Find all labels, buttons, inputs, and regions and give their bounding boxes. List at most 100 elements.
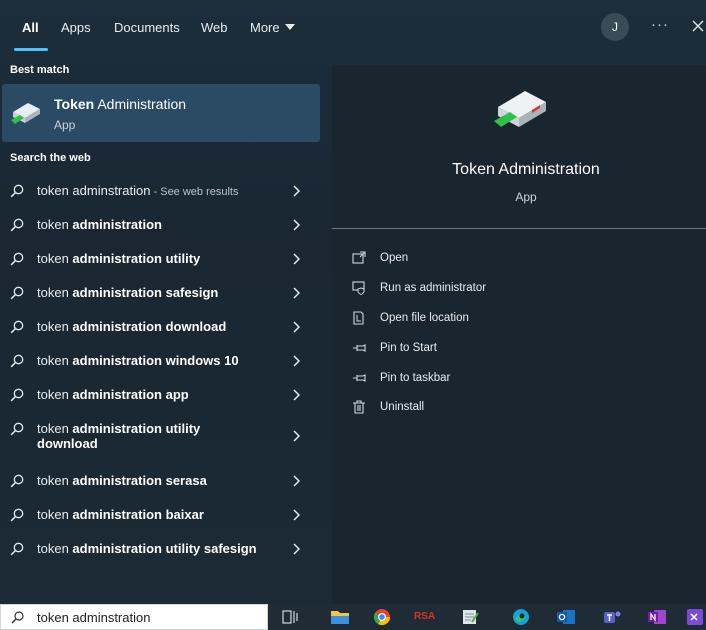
web-result-item[interactable]: token administration download bbox=[0, 312, 320, 342]
chevron-right-icon bbox=[293, 430, 300, 442]
search-icon bbox=[10, 508, 24, 522]
web-result-bold: administration bbox=[72, 217, 162, 232]
best-match-title-rest: Administration bbox=[94, 96, 187, 112]
action-open-file-location[interactable]: Open file location bbox=[352, 309, 652, 329]
chevron-right-icon bbox=[293, 475, 300, 487]
web-result-item[interactable]: token administration safesign bbox=[0, 278, 320, 308]
action-pin-to-start[interactable]: Pin to Start bbox=[352, 339, 652, 359]
action-uninstall[interactable]: Uninstall bbox=[352, 398, 652, 418]
search-icon bbox=[10, 422, 24, 436]
search-icon bbox=[10, 286, 24, 300]
action-open[interactable]: Open bbox=[352, 249, 652, 269]
action-label: Run as administrator bbox=[380, 282, 487, 294]
search-tabs: All Apps Documents Web More J ··· bbox=[0, 0, 706, 54]
tab-more[interactable]: More bbox=[250, 20, 295, 35]
rsa-icon[interactable]: RSA bbox=[414, 608, 435, 626]
search-icon bbox=[10, 218, 24, 232]
best-match-item[interactable]: Token Administration App bbox=[2, 84, 320, 142]
web-result-item[interactable]: token adminstration - See web results bbox=[0, 176, 320, 206]
tab-web[interactable]: Web bbox=[201, 20, 228, 35]
tab-all[interactable]: All bbox=[22, 20, 39, 35]
chevron-right-icon bbox=[293, 321, 300, 333]
visual-studio-icon[interactable] bbox=[686, 608, 704, 626]
search-web-heading: Search the web bbox=[10, 152, 91, 164]
web-result-item[interactable]: token administration utility bbox=[0, 244, 320, 274]
web-result-bold: administration serasa bbox=[72, 473, 207, 488]
active-tab-indicator bbox=[14, 48, 48, 51]
web-result-label: token administration baixar bbox=[37, 507, 204, 522]
web-result-label: token administration serasa bbox=[37, 473, 207, 488]
web-result-prefix: token bbox=[37, 251, 73, 266]
search-icon bbox=[10, 354, 24, 368]
edge-icon[interactable] bbox=[511, 608, 531, 626]
user-avatar[interactable]: J bbox=[601, 13, 629, 41]
search-icon bbox=[11, 611, 24, 624]
search-input[interactable]: token adminstration bbox=[37, 610, 150, 625]
web-result-hint: - See web results bbox=[150, 186, 239, 198]
best-match-title: Token Administration bbox=[54, 96, 186, 112]
action-label: Open file location bbox=[380, 312, 469, 324]
run-as-admin-icon bbox=[352, 281, 365, 295]
preview-subtitle: App bbox=[515, 190, 537, 204]
token-admin-app-icon bbox=[11, 103, 40, 124]
trash-icon bbox=[353, 400, 365, 414]
web-result-item[interactable]: token administration utility download bbox=[0, 414, 320, 458]
tab-documents[interactable]: Documents bbox=[114, 20, 180, 35]
action-label: Pin to Start bbox=[380, 342, 437, 354]
search-icon bbox=[10, 252, 24, 266]
task-view-icon[interactable] bbox=[280, 608, 300, 626]
chevron-right-icon bbox=[293, 389, 300, 401]
web-result-prefix: token bbox=[37, 507, 73, 522]
web-result-label: token administration utility bbox=[37, 251, 200, 266]
teams-icon[interactable] bbox=[602, 608, 622, 626]
action-label: Uninstall bbox=[380, 401, 425, 413]
web-result-prefix: token adminstration bbox=[37, 183, 151, 198]
web-result-label: token administration safesign bbox=[37, 285, 218, 300]
action-pin-to-taskbar[interactable]: Pin to taskbar bbox=[352, 369, 652, 389]
more-dots-icon[interactable]: ··· bbox=[651, 16, 669, 33]
chevron-right-icon bbox=[293, 543, 300, 555]
web-result-label: token administration download bbox=[37, 319, 226, 334]
web-result-label: token administration app bbox=[37, 387, 189, 402]
outlook-icon[interactable] bbox=[556, 608, 576, 626]
caret-down-icon bbox=[284, 24, 295, 30]
notepad-icon[interactable] bbox=[460, 608, 480, 626]
onenote-icon[interactable] bbox=[647, 608, 667, 626]
taskbar-search-box[interactable]: token adminstration bbox=[0, 604, 268, 630]
web-result-item[interactable]: token administration app bbox=[0, 380, 320, 410]
web-result-prefix: token bbox=[37, 421, 73, 436]
web-result-prefix: token bbox=[37, 285, 73, 300]
action-run-as-admin[interactable]: Run as administrator bbox=[352, 279, 652, 299]
chevron-right-icon bbox=[293, 185, 300, 197]
web-result-label: token administration windows 10 bbox=[37, 353, 239, 368]
best-match-heading: Best match bbox=[10, 64, 70, 76]
web-result-label: token administration utility safesign bbox=[37, 541, 257, 556]
web-result-item[interactable]: token administration utility safesign bbox=[0, 534, 320, 564]
file-location-icon bbox=[353, 311, 364, 325]
chrome-icon[interactable] bbox=[372, 608, 392, 626]
web-result-line2: download bbox=[37, 436, 98, 451]
web-result-item[interactable]: token administration baixar bbox=[0, 500, 320, 530]
token-admin-app-icon bbox=[494, 91, 546, 127]
preview-title: Token Administration bbox=[452, 161, 600, 178]
web-result-bold: administration utility safesign bbox=[72, 541, 257, 556]
web-result-prefix: token bbox=[37, 387, 73, 402]
web-result-item[interactable]: token administration windows 10 bbox=[0, 346, 320, 376]
close-icon[interactable] bbox=[690, 16, 706, 36]
web-result-bold: administration windows 10 bbox=[72, 353, 239, 368]
web-result-label: token adminstration - See web results bbox=[37, 183, 239, 198]
web-result-item[interactable]: token administration serasa bbox=[0, 466, 320, 496]
web-result-bold: administration baixar bbox=[72, 507, 204, 522]
action-label: Open bbox=[380, 252, 409, 264]
file-explorer-icon[interactable] bbox=[330, 608, 350, 626]
tab-apps[interactable]: Apps bbox=[61, 20, 91, 35]
preview-divider bbox=[332, 228, 706, 229]
search-icon bbox=[10, 388, 24, 402]
chevron-right-icon bbox=[293, 355, 300, 367]
web-result-item[interactable]: token administration bbox=[0, 210, 320, 240]
web-result-bold: administration utility bbox=[72, 251, 201, 266]
tab-more-label: More bbox=[250, 20, 280, 35]
preview-pane: Token Administration App bbox=[332, 65, 706, 604]
pin-icon bbox=[353, 374, 366, 382]
chevron-right-icon bbox=[293, 219, 300, 231]
